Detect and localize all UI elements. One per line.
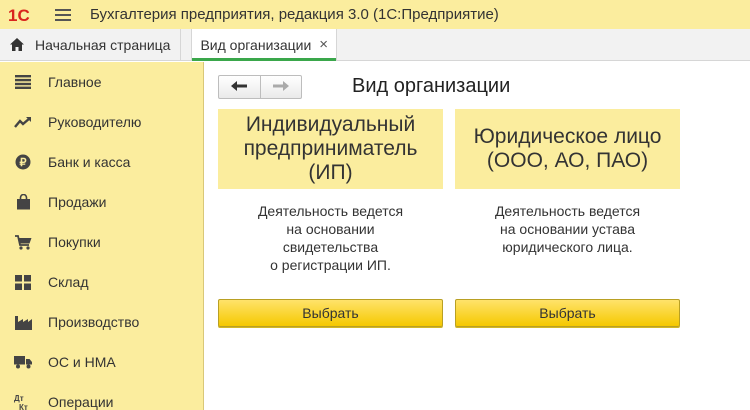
sidebar-item-label: Руководителю (48, 114, 142, 130)
sidebar: Главное Руководителю ₽ Банк и касса Прод… (0, 62, 204, 410)
svg-text:Кт: Кт (19, 403, 28, 410)
title-bar: 1С Бухгалтерия предприятия, редакция 3.0… (0, 0, 750, 29)
card-description: Деятельность ведется на основании устава… (494, 203, 641, 255)
back-button[interactable] (219, 76, 260, 98)
close-icon[interactable]: × (319, 37, 328, 52)
tab-bar: Начальная страница Вид организации × (0, 29, 750, 61)
svg-text:1С: 1С (8, 6, 30, 25)
truck-icon (14, 353, 32, 371)
cart-icon (14, 233, 32, 251)
sidebar-item-production[interactable]: Производство (0, 302, 203, 342)
tab-home-page[interactable]: Начальная страница (0, 29, 182, 60)
page-title: Вид организации (352, 75, 511, 97)
sidebar-item-sales[interactable]: Продажи (0, 182, 203, 222)
app-title: Бухгалтерия предприятия, редакция 3.0 (1… (90, 6, 499, 23)
sidebar-item-label: Продажи (48, 194, 107, 210)
tab-home-label: Начальная страница (35, 36, 171, 53)
card-description: Деятельность ведется на основании свидет… (257, 203, 404, 273)
card-header: Индивидуальный предприниматель (ИП) (218, 109, 443, 189)
sidebar-item-label: ОС и НМА (48, 354, 116, 370)
warehouse-icon (14, 273, 32, 291)
svg-text:Дт: Дт (14, 394, 24, 403)
forward-button[interactable] (259, 76, 302, 98)
arrow-left-icon (231, 78, 248, 96)
home-icon (9, 37, 25, 52)
list-icon (14, 73, 32, 91)
sidebar-item-label: Покупки (48, 234, 101, 250)
sidebar-item-label: Банк и касса (48, 154, 131, 170)
sidebar-item-label: Операции (48, 394, 114, 410)
1c-logo[interactable]: 1С (4, 0, 40, 29)
tab-organization-type[interactable]: Вид организации × (191, 29, 338, 61)
sidebar-item-label: Производство (48, 314, 140, 330)
sidebar-item-label: Главное (48, 74, 102, 90)
dt-kt-icon: Дт Кт (14, 393, 32, 410)
main-menu-icon[interactable] (48, 0, 78, 29)
card-legal-entity: Юридическое лицо (ООО, АО, ПАО) Деятельн… (455, 109, 680, 256)
select-individual-button[interactable]: Выбрать (218, 299, 443, 327)
sidebar-item-operations[interactable]: Дт Кт Операции (0, 382, 203, 410)
bag-icon (14, 193, 32, 211)
main-content: Вид организации Индивидуальный предприни… (205, 62, 750, 410)
select-legal-entity-button[interactable]: Выбрать (455, 299, 680, 327)
sidebar-item-main[interactable]: Главное (0, 62, 203, 102)
factory-icon (14, 313, 32, 331)
tab-active-label: Вид организации (200, 36, 312, 53)
sidebar-item-fixed-assets[interactable]: ОС и НМА (0, 342, 203, 382)
trend-icon (14, 113, 32, 131)
card-header: Юридическое лицо (ООО, АО, ПАО) (455, 109, 680, 189)
sidebar-item-warehouse[interactable]: Склад (0, 262, 203, 302)
sidebar-item-manager[interactable]: Руководителю (0, 102, 203, 142)
coin-icon: ₽ (14, 153, 32, 171)
sidebar-item-bank[interactable]: ₽ Банк и касса (0, 142, 203, 182)
navigation-buttons (218, 75, 302, 99)
svg-text:₽: ₽ (20, 157, 27, 169)
sidebar-item-purchases[interactable]: Покупки (0, 222, 203, 262)
arrow-right-icon (272, 78, 289, 96)
sidebar-item-label: Склад (48, 274, 89, 290)
card-individual-entrepreneur: Индивидуальный предприниматель (ИП) Деят… (218, 109, 443, 274)
